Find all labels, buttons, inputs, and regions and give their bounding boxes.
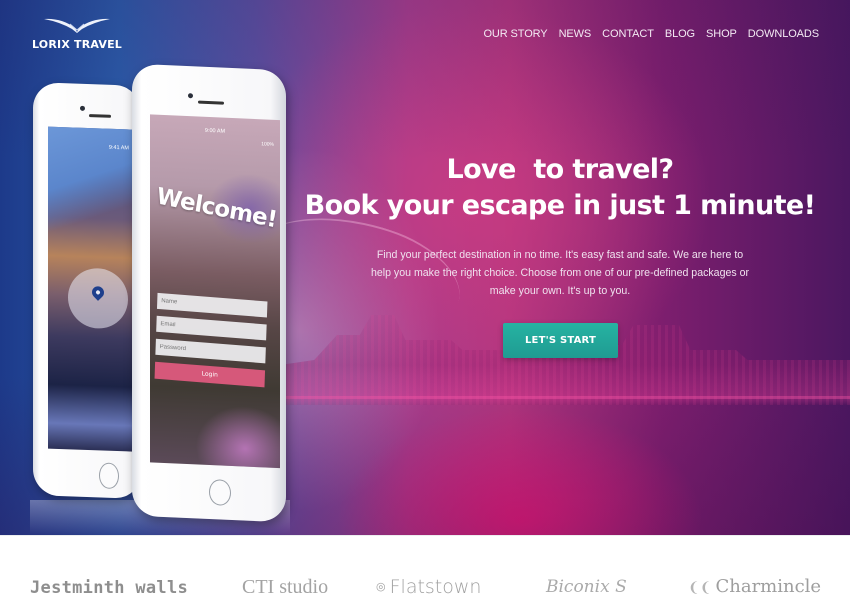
partner-name: Flatstown xyxy=(389,576,482,598)
hero-headline: Love to travel? Book your escape in just… xyxy=(300,152,820,224)
wing-logo-icon xyxy=(44,18,110,33)
nav-shop[interactable]: SHOP xyxy=(706,28,737,40)
phone-screen-front: 9:00 AM 100% Welcome! Login xyxy=(150,114,280,469)
partner-logo-cti-studio[interactable]: CTI studio xyxy=(242,576,328,599)
partner-name: Charmincle xyxy=(715,576,822,597)
nav-contact[interactable]: CONTACT xyxy=(602,28,654,40)
brand-name: LORIX TRAVEL xyxy=(31,38,123,51)
camera-icon xyxy=(80,105,85,111)
login-form: Login xyxy=(154,292,268,388)
home-button xyxy=(209,479,231,506)
camera-icon xyxy=(188,93,193,99)
headline-line-2: Book your escape in just 1 minute! xyxy=(304,190,816,221)
status-time: 9:41 AM xyxy=(108,144,129,152)
hero-section: LORIX TRAVEL OUR STORY NEWS CONTACT BLOG… xyxy=(0,0,850,535)
partner-logo-flatstown[interactable]: ◎ Flatstown xyxy=(376,576,481,598)
waterline-decoration xyxy=(280,396,850,399)
partner-logo-charmincle[interactable]: ❨❨ Charmincle xyxy=(688,576,821,597)
login-button[interactable]: Login xyxy=(154,361,266,388)
headline-line-1: Love to travel? xyxy=(446,154,675,185)
nav-downloads[interactable]: DOWNLOADS xyxy=(748,28,819,40)
brand-logo[interactable]: LORIX TRAVEL xyxy=(30,16,124,51)
home-button xyxy=(99,462,119,490)
speaker-icon xyxy=(89,114,111,118)
phone-mockup-back: 9:41 AM xyxy=(33,82,141,499)
partner-logo-biconix[interactable]: Biconix S xyxy=(546,577,627,597)
speaker-icon xyxy=(198,100,224,105)
welcome-title: Welcome! xyxy=(154,183,279,234)
lets-start-button[interactable]: LET'S START xyxy=(503,323,618,358)
battery-indicator: 100% xyxy=(261,141,274,148)
charmincle-mark-icon: ❨❨ xyxy=(688,580,712,596)
status-time: 9:00 AM xyxy=(204,127,226,135)
password-field[interactable] xyxy=(155,338,266,364)
partner-name: Biconix S xyxy=(546,577,627,597)
partner-logos-strip: Jestminth walls CTI studio ◎ Flatstown Bi… xyxy=(0,535,850,600)
partner-logo-jestminth[interactable]: Jestminth walls xyxy=(30,578,188,598)
nav-our-story[interactable]: OUR STORY xyxy=(483,28,547,40)
main-nav: OUR STORY NEWS CONTACT BLOG SHOP DOWNLOA… xyxy=(483,28,819,40)
nav-blog[interactable]: BLOG xyxy=(665,28,695,40)
partner-name: CTI studio xyxy=(242,576,329,598)
phone-mockup-front: 9:00 AM 100% Welcome! Login xyxy=(132,63,286,523)
name-field[interactable] xyxy=(156,292,268,318)
flatstown-mark-icon: ◎ xyxy=(376,580,386,593)
phone-screen-back: 9:41 AM xyxy=(48,126,133,452)
email-field[interactable] xyxy=(156,315,267,341)
nav-news[interactable]: NEWS xyxy=(559,28,592,40)
hero-description: Find your perfect destination in no time… xyxy=(370,249,750,297)
partner-name: Jestminth walls xyxy=(30,578,189,598)
